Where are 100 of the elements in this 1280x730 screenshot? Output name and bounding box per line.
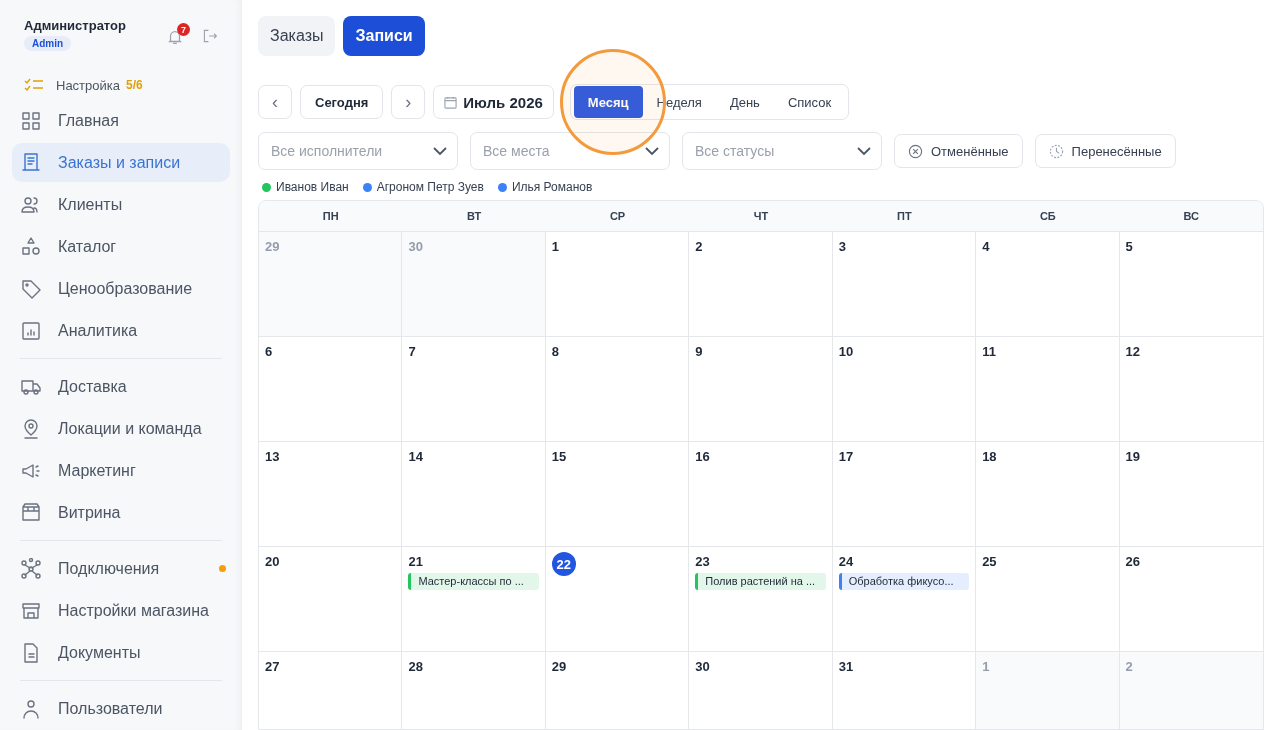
day-number: 1 [551, 239, 560, 254]
legend-label: Илья Романов [511, 180, 593, 194]
day-number: 27 [265, 659, 280, 674]
setup-link[interactable]: Настройка [56, 77, 120, 93]
nav-item[interactable]: Доставка [12, 367, 230, 406]
day-cell[interactable]: 19 [1119, 442, 1263, 547]
day-cell[interactable]: 4 [976, 232, 1120, 337]
nav-item[interactable]: Настройки магазина [12, 591, 230, 630]
day-number: 28 [408, 659, 423, 674]
day-number: 24 [838, 554, 854, 569]
day-cell[interactable]: 20 [259, 547, 403, 652]
day-number: 19 [1125, 449, 1141, 464]
nav-item[interactable]: Локации и команда [12, 409, 230, 448]
nav-item[interactable]: Клиенты [12, 185, 230, 224]
day-number: 22 [551, 552, 576, 576]
event-chip[interactable]: Обработка фикусо... [838, 573, 970, 590]
day-cell[interactable]: 5 [1119, 232, 1263, 337]
logout-icon[interactable] [202, 28, 218, 44]
weekday-header: ПН [259, 201, 403, 232]
nav-item[interactable]: Документы [12, 633, 230, 672]
day-number: 10 [838, 344, 854, 359]
day-cell[interactable]: 13 [259, 442, 403, 547]
day-cell[interactable]: 11 [976, 337, 1120, 442]
nav-item[interactable]: Ценообразование [12, 269, 230, 308]
storefront-icon [20, 501, 42, 524]
day-number: 23 [695, 554, 710, 569]
day-number: 7 [408, 344, 416, 359]
day-number: 4 [982, 239, 990, 254]
clock-icon [1048, 143, 1064, 159]
day-cell[interactable]: 8 [545, 337, 690, 442]
tag-icon [20, 277, 42, 300]
day-number: 29 [551, 659, 567, 674]
day-cell[interactable]: 30 [689, 652, 833, 729]
day-cell[interactable]: 28 [402, 652, 546, 729]
weekday-header: СР [545, 201, 690, 232]
nav-item[interactable]: Каталог [12, 227, 230, 266]
day-number: 9 [695, 344, 703, 359]
day-cell[interactable]: 9 [689, 337, 833, 442]
weekday-header: ВТ [402, 201, 546, 232]
filter-dropdown[interactable]: Все статусы [682, 132, 882, 170]
tab[interactable]: Записи [343, 16, 425, 56]
day-number: 5 [1125, 239, 1133, 254]
day-cell[interactable]: 16 [689, 442, 833, 547]
day-cell[interactable]: 22 [545, 547, 690, 652]
day-cell[interactable]: 1 [545, 232, 690, 337]
nav-item[interactable]: Главная [12, 101, 230, 140]
filter-toggle[interactable]: Перенесённые [1034, 134, 1176, 168]
nav-item[interactable]: Заказы и записи [12, 143, 230, 182]
day-cell[interactable]: 18 [976, 442, 1120, 547]
nav-item[interactable]: Витрина [12, 493, 230, 532]
event-chip[interactable]: Полив растений на ... [695, 573, 826, 590]
day-cell[interactable]: 21 Мастер-классы по ... [402, 547, 546, 652]
day-cell[interactable]: 7 [402, 337, 546, 442]
day-number: 30 [408, 239, 423, 254]
legend-label: Иванов Иван [276, 180, 349, 194]
day-cell[interactable]: 14 [402, 442, 546, 547]
day-cell[interactable]: 15 [545, 442, 690, 547]
previous-button[interactable]: ‹ [258, 85, 292, 119]
day-cell[interactable]: 29 [545, 652, 690, 729]
nav-item[interactable]: Пользователи [12, 689, 230, 728]
next-button[interactable]: › [391, 85, 426, 119]
day-cell[interactable]: 23 Полив растений на ... [689, 547, 833, 652]
day-cell[interactable]: 10 [832, 337, 977, 442]
day-number: 6 [265, 344, 273, 359]
day-number: 18 [982, 449, 997, 464]
filter-dropdown[interactable]: Все места [470, 132, 670, 170]
day-cell[interactable]: 24 Обработка фикусо... [832, 547, 977, 652]
step-count: 5/6 [126, 78, 143, 92]
tab[interactable]: Заказы [258, 16, 336, 56]
day-number: 16 [695, 449, 710, 464]
day-number: 2 [695, 239, 703, 254]
day-cell[interactable]: 3 [832, 232, 977, 337]
day-number: 2 [1125, 659, 1133, 674]
day-cell[interactable]: 27 [259, 652, 403, 729]
view-tab[interactable]: Месяц [573, 86, 643, 118]
day-number: 1 [982, 659, 990, 674]
notification-badge: 7 [177, 23, 190, 36]
view-tab[interactable]: День [715, 86, 774, 118]
day-cell[interactable]: 12 [1119, 337, 1263, 442]
day-cell[interactable]: 2 [689, 232, 833, 337]
bell-icon[interactable] [166, 28, 184, 46]
filter-dropdown[interactable]: Все исполнители [258, 132, 458, 170]
month-picker[interactable]: Июль 2026 [433, 85, 554, 119]
nav-item[interactable]: Маркетинг [12, 451, 230, 490]
day-cell[interactable]: 6 [259, 337, 403, 442]
event-chip[interactable]: Мастер-классы по ... [408, 573, 539, 590]
day-number: 14 [408, 449, 423, 464]
user-icon [20, 697, 42, 720]
today-button[interactable]: Сегодня [300, 85, 384, 119]
day-number: 8 [551, 344, 560, 359]
filter-toggle[interactable]: Отменённые [894, 134, 1023, 168]
day-cell[interactable]: 17 [832, 442, 977, 547]
day-number: 21 [408, 554, 423, 569]
day-number: 25 [982, 554, 997, 569]
view-tab[interactable]: Список [773, 86, 846, 118]
role-badge: Admin [24, 36, 72, 51]
day-number: 12 [1125, 344, 1141, 359]
day-number: 11 [982, 344, 996, 359]
nav-item[interactable]: Подключения [12, 549, 230, 588]
nav-item[interactable]: Аналитика [12, 311, 230, 350]
